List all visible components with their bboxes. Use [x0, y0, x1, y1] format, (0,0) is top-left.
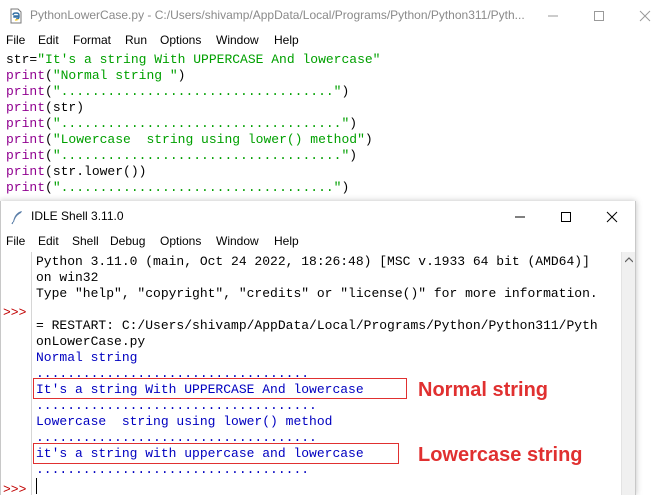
keyword-token: print: [6, 68, 46, 83]
shell-title-bar[interactable]: IDLE Shell 3.11.0: [1, 201, 635, 232]
prompt-gutter: >>> >>>: [1, 252, 32, 495]
keyword-token: print: [6, 100, 46, 115]
editor-maximize-button[interactable]: [576, 0, 622, 31]
output-line: Type "help", "copyright", "credits" or "…: [36, 286, 598, 301]
code-token: (: [45, 116, 53, 131]
shell-close-button[interactable]: [589, 201, 635, 232]
code-token: (: [45, 84, 53, 99]
code-token: (: [45, 180, 53, 195]
code-token: (: [45, 148, 53, 163]
editor-title-bar[interactable]: PythonLowerCase.py - C:/Users/shivamp/Ap…: [0, 0, 668, 31]
scroll-up-button[interactable]: [622, 252, 636, 268]
editor-menu-format[interactable]: Format: [73, 33, 111, 47]
normal-string-highlight-box: [33, 378, 407, 399]
code-line: print(".................................…: [6, 180, 380, 196]
code-line: print(str.lower()): [6, 164, 380, 180]
output-line: ....................................: [36, 398, 317, 413]
code-line: print(".................................…: [6, 148, 380, 164]
code-line: print(".................................…: [6, 84, 380, 100]
output-line: Normal string: [36, 350, 138, 365]
code-token: (: [45, 132, 53, 147]
editor-menu-window[interactable]: Window: [216, 33, 259, 47]
output-line: = RESTART: C:/Users/shivamp/AppData/Loca…: [36, 318, 598, 333]
output-line: Python 3.11.0 (main, Oct 24 2022, 18:26:…: [36, 254, 590, 269]
editor-window: PythonLowerCase.py - C:/Users/shivamp/Ap…: [0, 0, 668, 205]
shell-menu-window[interactable]: Window: [216, 234, 259, 248]
shell-title: IDLE Shell 3.11.0: [31, 209, 124, 223]
code-token: (: [45, 68, 53, 83]
editor-menu-options[interactable]: Options: [160, 33, 201, 47]
code-token: ): [349, 148, 358, 163]
keyword-token: print: [6, 164, 46, 179]
editor-title: PythonLowerCase.py - C:/Users/shivamp/Ap…: [30, 8, 525, 22]
keyword-token: print: [6, 116, 46, 131]
maximize-icon: [594, 10, 604, 21]
code-token: ): [349, 116, 358, 131]
editor-minimize-button[interactable]: [530, 0, 576, 31]
shell-menu-options[interactable]: Options: [160, 234, 201, 248]
editor-menu-edit[interactable]: Edit: [38, 33, 59, 47]
shell-prompt: >>>: [3, 482, 27, 495]
code-token: str=: [6, 52, 38, 67]
idle-feather-icon: [11, 211, 22, 225]
shell-prompt: >>>: [3, 305, 27, 320]
shell-menu-debug[interactable]: Debug: [110, 234, 145, 248]
string-token: "....................................": [52, 148, 350, 163]
editor-code-area[interactable]: str="It's a string With UPPERCASE And lo…: [6, 52, 380, 196]
shell-menu-file[interactable]: File: [6, 234, 25, 248]
close-icon: [639, 10, 651, 21]
text-cursor: [36, 478, 37, 494]
maximize-icon: [561, 211, 571, 222]
python-file-icon: [10, 8, 22, 24]
code-line: str="It's a string With UPPERCASE And lo…: [6, 52, 380, 68]
shell-menu-bar: File Edit Shell Debug Options Window Hel…: [1, 232, 635, 252]
output-line: Lowercase string using lower() method: [36, 414, 333, 429]
keyword-token: print: [6, 180, 46, 195]
close-icon: [606, 211, 618, 222]
string-token: "...................................": [52, 84, 342, 99]
editor-menu-bar: File Edit Format Run Options Window Help: [0, 31, 668, 51]
keyword-token: print: [6, 84, 46, 99]
code-token: ): [341, 180, 350, 195]
code-token: ): [341, 84, 350, 99]
code-token: (str.lower()): [45, 164, 147, 179]
shell-menu-shell[interactable]: Shell: [72, 234, 99, 248]
lowercase-string-annotation: Lowercase string: [418, 444, 583, 466]
shell-scrollbar[interactable]: [621, 252, 635, 495]
string-token: "It's a string With UPPERCASE And lowerc…: [37, 52, 381, 67]
code-line: print("Normal string "): [6, 68, 380, 84]
code-token: (str): [45, 100, 85, 115]
code-token: ): [177, 68, 186, 83]
minimize-icon: [515, 216, 525, 217]
output-line: onLowerCase.py: [36, 334, 146, 349]
output-line: ...................................: [36, 462, 310, 477]
code-line: print("Lowercase string using lower() me…: [6, 132, 380, 148]
string-token: "...................................": [52, 180, 342, 195]
string-token: "Normal string ": [52, 68, 178, 83]
code-token: ): [364, 132, 373, 147]
output-line: on win32: [36, 270, 99, 285]
code-line: print(".................................…: [6, 116, 380, 132]
code-line: print(str): [6, 100, 380, 116]
normal-string-annotation: Normal string: [418, 379, 549, 401]
keyword-token: print: [6, 132, 46, 147]
editor-close-button[interactable]: [622, 0, 668, 31]
shell-maximize-button[interactable]: [543, 201, 589, 232]
editor-menu-run[interactable]: Run: [125, 33, 147, 47]
shell-menu-edit[interactable]: Edit: [38, 234, 59, 248]
shell-menu-help[interactable]: Help: [274, 234, 299, 248]
string-token: "....................................": [52, 116, 350, 131]
lowercase-string-highlight-box: [33, 443, 399, 464]
string-token: "Lowercase string using lower() method": [52, 132, 365, 147]
editor-menu-help[interactable]: Help: [274, 33, 299, 47]
editor-menu-file[interactable]: File: [6, 33, 25, 47]
shell-minimize-button[interactable]: [497, 201, 543, 232]
keyword-token: print: [6, 148, 46, 163]
minimize-icon: [548, 15, 558, 16]
chevron-up-icon: [625, 257, 633, 263]
